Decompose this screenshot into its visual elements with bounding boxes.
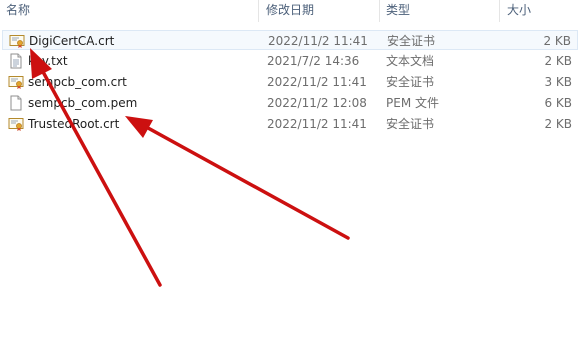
column-header: 名称 修改日期 类型 大小 <box>0 0 588 22</box>
column-divider[interactable] <box>258 0 259 22</box>
arrow-to-trustedroot <box>125 116 350 240</box>
file-size: 6 KB <box>544 96 572 110</box>
column-name-header[interactable]: 名称 <box>6 2 30 18</box>
file-modified-date: 2022/11/2 11:41 <box>267 117 367 131</box>
file-row-digicertca[interactable]: DigiCertCA.crt 2022/11/2 11:41 安全证书 2 KB <box>2 30 578 50</box>
file-size: 2 KB <box>543 34 571 48</box>
file-size: 2 KB <box>544 117 572 131</box>
column-divider[interactable] <box>499 0 500 22</box>
file-name: sempcb_com.pem <box>28 96 138 110</box>
file-type: 安全证书 <box>387 34 436 48</box>
file-row-sempcb-com-crt[interactable]: sempcb_com.crt 2022/11/2 11:41 安全证书 3 KB <box>2 72 578 92</box>
file-size: 3 KB <box>544 75 572 89</box>
file-row-trustedroot[interactable]: TrustedRoot.crt 2022/11/2 11:41 安全证书 2 K… <box>2 114 578 134</box>
file-type: 文本文档 <box>386 54 435 68</box>
file-type: PEM 文件 <box>386 96 439 110</box>
column-type-header[interactable]: 类型 <box>386 2 410 18</box>
text-file-icon <box>10 53 22 69</box>
file-size: 2 KB <box>544 54 572 68</box>
file-modified-date: 2022/11/2 11:41 <box>267 75 367 89</box>
file-modified-date: 2022/11/2 11:41 <box>268 34 368 48</box>
file-modified-date: 2022/11/2 12:08 <box>267 96 367 110</box>
file-row-key-txt[interactable]: key.txt 2021/7/2 14:36 文本文档 2 KB <box>2 51 578 71</box>
file-name: DigiCertCA.crt <box>29 34 115 48</box>
file-row-sempcb-com-pem[interactable]: sempcb_com.pem 2022/11/2 12:08 PEM 文件 6 … <box>2 93 578 113</box>
column-divider[interactable] <box>379 0 380 22</box>
certificate-icon <box>8 118 24 131</box>
file-modified-date: 2021/7/2 14:36 <box>267 54 360 68</box>
file-name: TrustedRoot.crt <box>28 117 120 131</box>
file-name: key.txt <box>28 54 68 68</box>
file-type: 安全证书 <box>386 75 435 89</box>
file-type: 安全证书 <box>386 117 435 131</box>
blank-file-icon <box>10 95 22 111</box>
file-name: sempcb_com.crt <box>28 75 127 89</box>
column-date-header[interactable]: 修改日期 <box>266 2 314 18</box>
certificate-icon <box>8 76 24 89</box>
certificate-icon <box>9 35 25 48</box>
column-size-header[interactable]: 大小 <box>507 2 531 18</box>
